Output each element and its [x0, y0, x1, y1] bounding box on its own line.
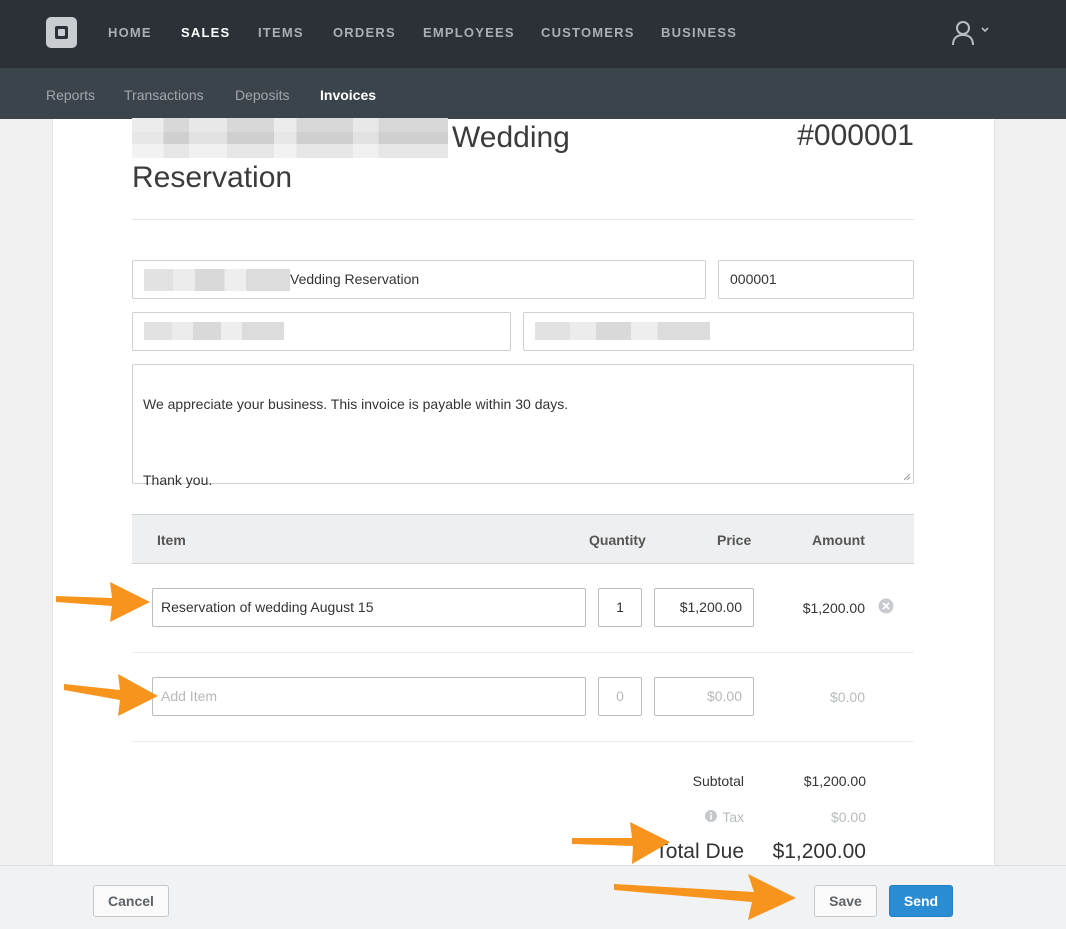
new-item-quantity-input[interactable]: 0 — [598, 677, 642, 716]
invoice-title: Wedding Reservation — [132, 118, 612, 198]
nav-customers[interactable]: CUSTOMERS — [541, 25, 635, 40]
annotation-arrow — [572, 822, 670, 864]
line-item-quantity-input[interactable]: 1 — [598, 588, 642, 627]
header-price: Price — [717, 532, 752, 548]
invoice-id-field[interactable]: 000001 — [718, 260, 914, 299]
nav-business[interactable]: BUSINESS — [661, 25, 737, 40]
message-textarea[interactable]: We appreciate your business. This invoic… — [132, 364, 914, 488]
message-line-1: We appreciate your business. This invoic… — [143, 396, 569, 412]
line-item-name-input[interactable]: Reservation of wedding August 15 — [152, 588, 586, 627]
remove-item-icon[interactable] — [878, 598, 894, 614]
top-nav: HOME SALES ITEMS ORDERS EMPLOYEES CUSTOM… — [0, 0, 1066, 68]
add-item-input[interactable]: Add Item — [152, 677, 586, 716]
user-account-icon[interactable] — [951, 20, 975, 46]
header-amount: Amount — [812, 532, 865, 548]
message-line-2: Thank you. — [143, 472, 213, 488]
items-table-header: Item Quantity Price Amount — [132, 514, 914, 564]
new-item-amount: $0.00 — [829, 689, 865, 705]
line-item-price-input[interactable]: $1,200.00 — [654, 588, 754, 627]
send-button[interactable]: Send — [889, 885, 953, 917]
cancel-button[interactable]: Cancel — [93, 885, 169, 917]
annotation-arrow — [56, 582, 150, 622]
save-button[interactable]: Save — [814, 885, 877, 917]
row-divider — [132, 652, 914, 653]
row-divider — [132, 741, 914, 742]
subnav-invoices[interactable]: Invoices — [320, 87, 376, 103]
header-quantity: Quantity — [589, 532, 646, 548]
redacted-name — [132, 118, 448, 158]
redacted-text — [144, 269, 290, 292]
redacted-text — [535, 322, 710, 341]
invoice-title-field[interactable]: Vedding Reservation — [132, 260, 706, 299]
invoice-number: #000001 — [797, 119, 914, 152]
subnav-transactions[interactable]: Transactions — [124, 87, 204, 103]
tax-value: $0.00 — [830, 809, 866, 825]
header-item: Item — [157, 532, 186, 548]
subnav-reports[interactable]: Reports — [46, 87, 95, 103]
nav-employees[interactable]: EMPLOYEES — [423, 25, 515, 40]
resize-handle-icon[interactable] — [903, 473, 911, 481]
new-item-price-input[interactable]: $0.00 — [654, 677, 754, 716]
customer-email-field[interactable] — [523, 312, 914, 351]
nav-items[interactable]: ITEMS — [258, 25, 304, 40]
nav-orders[interactable]: ORDERS — [333, 25, 396, 40]
subtotal-value: $1,200.00 — [803, 773, 866, 789]
action-footer: Cancel Save Send — [0, 865, 1066, 929]
nav-home[interactable]: HOME — [108, 25, 152, 40]
annotation-arrow — [614, 874, 796, 920]
annotation-arrow — [64, 674, 158, 716]
customer-name-field[interactable] — [132, 312, 511, 351]
sub-nav: Reports Transactions Deposits Invoices — [0, 68, 1066, 119]
subnav-deposits[interactable]: Deposits — [235, 87, 289, 103]
square-logo-icon[interactable] — [46, 17, 77, 48]
subtotal-label: Subtotal — [692, 773, 744, 789]
total-due-value: $1,200.00 — [772, 840, 866, 863]
title-divider — [132, 219, 914, 220]
redacted-text — [144, 322, 284, 341]
line-item-amount: $1,200.00 — [802, 600, 865, 616]
nav-sales[interactable]: SALES — [181, 25, 230, 40]
chevron-down-icon[interactable] — [980, 26, 990, 34]
